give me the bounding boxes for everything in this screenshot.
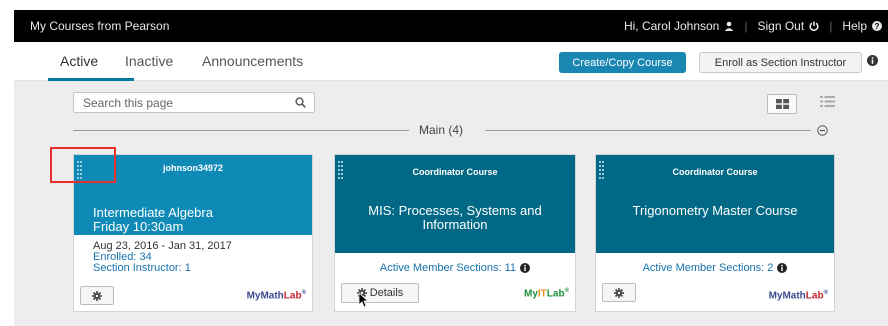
user-icon bbox=[725, 21, 734, 31]
logo-part: Lab bbox=[283, 290, 302, 302]
course-settings-button[interactable] bbox=[80, 286, 114, 305]
highlight-annotation bbox=[50, 147, 116, 183]
info-icon[interactable] bbox=[520, 263, 531, 273]
section-instructor-count[interactable]: Section Instructor: 1 bbox=[93, 263, 232, 274]
logo-part: IT bbox=[537, 288, 547, 300]
tab-inactive[interactable]: Inactive bbox=[125, 53, 173, 69]
mymathlab-logo: MyMathLab® bbox=[769, 290, 828, 301]
course-title-line: Information bbox=[422, 217, 488, 232]
course-title[interactable]: Intermediate Algebra Friday 10:30am bbox=[93, 206, 213, 234]
section-divider bbox=[485, 130, 811, 131]
enroll-section-instructor-button[interactable]: Enroll as Section Instructor bbox=[699, 52, 862, 73]
logo-part: MyMath bbox=[246, 290, 284, 302]
course-card-type: Coordinator Course bbox=[412, 167, 498, 177]
active-member-sections-link[interactable]: Active Member Sections: 11 bbox=[335, 262, 575, 274]
logo-registered: ® bbox=[823, 290, 828, 296]
top-bar: My Courses from Pearson Hi, Carol Johnso… bbox=[14, 10, 888, 42]
logo-part: MyMath bbox=[768, 290, 806, 302]
course-meta: Aug 23, 2016 - Jan 31, 2017 Enrolled: 34… bbox=[93, 241, 232, 274]
grid-view-button[interactable] bbox=[767, 94, 797, 114]
active-member-sections-label: Active Member Sections: 2 bbox=[642, 262, 774, 274]
sign-out-label: Sign Out bbox=[757, 19, 805, 33]
mymathlab-logo: MyMathLab® bbox=[247, 290, 306, 301]
separator: | bbox=[829, 19, 833, 33]
app-title: My Courses from Pearson bbox=[30, 19, 170, 33]
course-card-type: Coordinator Course bbox=[672, 167, 758, 177]
course-card-header[interactable]: Coordinator Course Trigonometry Master C… bbox=[596, 155, 834, 253]
top-bar-user-menu: Hi, Carol Johnson | Sign Out | Help ? bbox=[624, 19, 882, 33]
collapse-section-icon[interactable] bbox=[817, 125, 828, 136]
user-greeting-label: Hi, Carol Johnson bbox=[623, 19, 720, 33]
logo-part: Lab bbox=[805, 290, 824, 302]
tab-announcements[interactable]: Announcements bbox=[202, 53, 303, 69]
separator: | bbox=[744, 19, 748, 33]
active-member-sections-link[interactable]: Active Member Sections: 2 bbox=[596, 262, 834, 274]
help-icon: ? bbox=[872, 21, 882, 31]
course-title[interactable]: Trigonometry Master Course bbox=[596, 204, 834, 218]
power-icon bbox=[809, 21, 819, 31]
course-card[interactable]: Coordinator Course Trigonometry Master C… bbox=[595, 154, 835, 312]
logo-part: Lab bbox=[546, 288, 565, 300]
course-card[interactable]: Coordinator Course MIS: Processes, Syste… bbox=[334, 154, 576, 312]
myitlab-logo: MyITLab® bbox=[524, 288, 569, 299]
details-label: Details bbox=[369, 287, 404, 299]
search-box[interactable]: Search this page bbox=[73, 92, 315, 113]
course-title[interactable]: MIS: Processes, Systems and Information bbox=[335, 204, 575, 232]
logo-registered: ® bbox=[301, 290, 306, 296]
search-icon[interactable] bbox=[295, 97, 306, 108]
info-icon[interactable] bbox=[777, 263, 788, 273]
create-copy-course-button[interactable]: Create/Copy Course bbox=[559, 52, 686, 73]
gear-icon bbox=[92, 290, 102, 301]
active-member-sections-label: Active Member Sections: 11 bbox=[379, 262, 517, 274]
grid-icon bbox=[775, 99, 789, 109]
course-card-header[interactable]: Coordinator Course MIS: Processes, Syste… bbox=[335, 155, 575, 253]
mouse-cursor-icon bbox=[359, 293, 369, 308]
logo-part: My bbox=[524, 288, 538, 300]
course-title-line: Intermediate Algebra bbox=[93, 205, 213, 220]
svg-text:?: ? bbox=[875, 22, 880, 31]
section-divider bbox=[73, 130, 409, 131]
logo-registered: ® bbox=[564, 288, 569, 294]
list-view-icon[interactable] bbox=[820, 96, 835, 107]
gear-icon bbox=[614, 287, 624, 298]
details-button[interactable]: Details bbox=[341, 283, 419, 303]
help-label: Help bbox=[842, 19, 867, 33]
course-settings-button[interactable] bbox=[602, 283, 636, 302]
help-link[interactable]: Help ? bbox=[842, 19, 882, 33]
section-header-main: Main (4) bbox=[419, 123, 464, 137]
course-title-line: MIS: Processes, Systems and bbox=[368, 203, 542, 218]
user-greeting[interactable]: Hi, Carol Johnson bbox=[624, 19, 734, 33]
search-input[interactable]: Search this page bbox=[83, 96, 173, 110]
sign-out-link[interactable]: Sign Out bbox=[757, 19, 819, 33]
info-icon[interactable] bbox=[867, 55, 878, 66]
course-title-line: Friday 10:30am bbox=[93, 219, 184, 234]
tab-active[interactable]: Active bbox=[60, 53, 98, 69]
